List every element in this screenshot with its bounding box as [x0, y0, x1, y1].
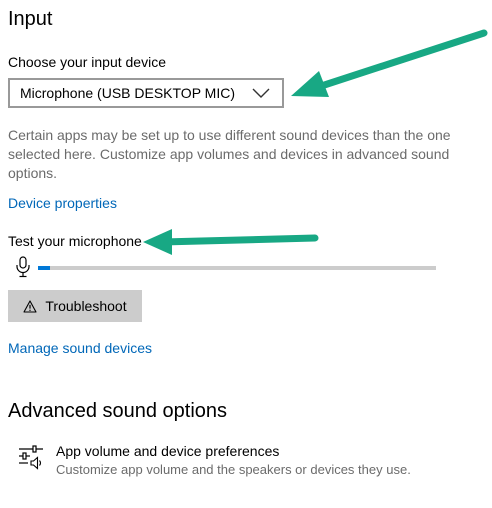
app-volume-preferences-icon[interactable]: [18, 444, 44, 470]
manage-sound-devices-link[interactable]: Manage sound devices: [8, 340, 152, 356]
troubleshoot-button[interactable]: Troubleshoot: [8, 290, 142, 322]
annotation-arrow-test-microphone: [143, 229, 319, 255]
input-device-dropdown[interactable]: Microphone (USB DESKTOP MIC): [8, 78, 284, 108]
chevron-down-icon: [252, 88, 270, 98]
microphone-level-fill: [38, 266, 50, 270]
choose-input-device-label: Choose your input device: [8, 54, 166, 70]
annotation-arrows: [143, 29, 488, 255]
device-properties-link[interactable]: Device properties: [8, 195, 117, 211]
advanced-sound-options-title: Advanced sound options: [8, 400, 228, 422]
microphone-level-meter: [38, 266, 436, 270]
input-description: Certain apps may be set up to use differ…: [8, 127, 451, 181]
annotation-arrow-device-dropdown: [291, 29, 488, 97]
input-device-value: Microphone (USB DESKTOP MIC): [20, 85, 235, 101]
troubleshoot-label: Troubleshoot: [45, 298, 127, 314]
app-volume-preferences-description: Customize app volume and the speakers or…: [56, 462, 411, 477]
input-section-title: Input: [8, 8, 53, 30]
app-volume-preferences-link[interactable]: App volume and device preferences: [56, 443, 279, 459]
microphone-icon: [16, 256, 30, 278]
warning-icon: [23, 299, 37, 313]
test-microphone-label: Test your microphone: [8, 233, 142, 249]
